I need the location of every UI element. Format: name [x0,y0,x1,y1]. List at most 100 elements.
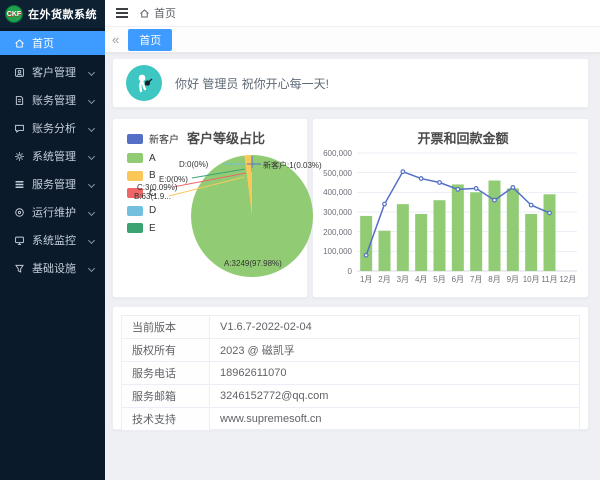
bar-line-chart[interactable] [313,119,590,299]
info-value: 3246152772@qq.com [210,385,580,408]
chat-icon [13,122,25,134]
collapse-tabs-icon[interactable]: « [112,33,119,46]
pie-chart-title: 客户等级占比 [187,128,265,147]
legend-label: D [149,205,156,216]
x-tick-label: 1月 [357,274,375,285]
sidebar-item-label: 运行维护 [32,204,82,220]
hamburger-icon[interactable] [116,8,128,18]
legend-item[interactable]: D [127,205,179,216]
table-row: 版权所有2023 @ 磁凯孚 [122,339,580,362]
sidebar-item-label: 系统管理 [32,148,82,164]
table-row: 技术支持www.supremesoft.cn [122,408,580,431]
info-label: 当前版本 [122,316,210,339]
legend-marker [127,206,143,216]
app-logo-icon: CKF [5,5,23,23]
pie-label-A: A:3249(97.98%) [224,259,282,268]
sidebar-item-4[interactable]: 系统管理 [0,143,105,169]
sidebar-item-0[interactable]: 首页 [0,31,105,55]
y-tick-label: 200,000 [313,228,352,237]
chevron-down-icon [88,264,95,271]
filter-icon [13,262,25,274]
gear-icon [13,150,25,162]
circle-icon [13,206,25,218]
monitor-icon [13,234,25,246]
logo-row: CKF 在外货款系统 [0,0,105,28]
info-label: 技术支持 [122,408,210,431]
sidebar-item-7[interactable]: 系统监控 [0,227,105,253]
x-tick-label: 3月 [394,274,412,285]
sidebar-item-label: 基础设施 [32,260,82,276]
bar-chart-card: 开票和回款金额 600,000500,000400,000300,000200,… [312,118,589,298]
sidebar-item-label: 账务管理 [32,92,82,108]
x-tick-label: 2月 [375,274,393,285]
server-icon [13,178,25,190]
sidebar-item-5[interactable]: 服务管理 [0,171,105,197]
file-icon [13,94,25,106]
info-value: 2023 @ 磁凯孚 [210,339,580,362]
info-value: www.supremesoft.cn [210,408,580,431]
sidebar-menu: 首页客户管理账务管理账务分析系统管理服务管理运行维护系统监控基础设施 [0,28,105,281]
sidebar-item-6[interactable]: 运行维护 [0,199,105,225]
pie-label-D: D:0(0%) [179,160,208,169]
chevron-down-icon [88,152,95,159]
legend-label: 新客户 [149,131,179,146]
y-tick-label: 400,000 [313,188,352,197]
home-icon [13,37,25,49]
info-value: 18962611070 [210,362,580,385]
x-tick-label: 5月 [430,274,448,285]
tab-home[interactable]: 首页 [128,29,172,51]
legend-item[interactable]: 新客户 [127,131,179,146]
legend-marker [127,171,143,181]
sidebar-item-label: 系统监控 [32,232,82,248]
sidebar-item-8[interactable]: 基础设施 [0,255,105,281]
info-card: 当前版本V1.6.7-2022-02-04版权所有2023 @ 磁凯孚服务电话1… [112,306,589,430]
x-tick-label: 9月 [504,274,522,285]
sidebar-item-3[interactable]: 账务分析 [0,115,105,141]
info-label: 版权所有 [122,339,210,362]
sidebar-item-1[interactable]: 客户管理 [0,59,105,85]
legend-item[interactable]: E [127,223,179,234]
table-row: 当前版本V1.6.7-2022-02-04 [122,316,580,339]
greeting-card: 你好 管理员 祝你开心每一天! [112,58,589,108]
x-tick-label: 4月 [412,274,430,285]
user-icon [13,66,25,78]
chevron-down-icon [88,180,95,187]
breadcrumb[interactable]: 首页 [139,5,176,21]
pie-label-B: B:63(1.9... [134,192,171,201]
version-info-table: 当前版本V1.6.7-2022-02-04版权所有2023 @ 磁凯孚服务电话1… [121,315,580,431]
sidebar-item-label: 账务分析 [32,120,82,136]
sidebar-item-label: 服务管理 [32,176,82,192]
y-tick-label: 600,000 [313,149,352,158]
app-title: 在外货款系统 [28,6,97,22]
mascot-icon [131,70,157,96]
y-tick-label: 300,000 [313,208,352,217]
sidebar-item-label: 客户管理 [32,64,82,80]
pie-label-C: C:3(0.09%) [137,183,177,192]
legend-label: E [149,223,156,234]
chevron-down-icon [88,68,95,75]
sidebar-item-2[interactable]: 账务管理 [0,87,105,113]
greeting-text: 你好 管理员 祝你开心每一天! [175,75,329,92]
x-tick-label: 7月 [467,274,485,285]
home-icon [139,8,150,19]
pie-chart-card: 客户等级占比 新客户ABCDE D:0(0%)新客户:1(0.03%)E:0(0… [112,118,308,298]
chevron-down-icon [88,96,95,103]
chevron-down-icon [88,124,95,131]
y-tick-label: 100,000 [313,247,352,256]
legend-marker [127,153,143,163]
legend-marker [127,134,143,144]
sidebar-item-label: 首页 [32,35,96,51]
chevron-down-icon [88,236,95,243]
table-row: 服务邮箱3246152772@qq.com [122,385,580,408]
info-value: V1.6.7-2022-02-04 [210,316,580,339]
chevron-down-icon [88,208,95,215]
info-label: 服务邮箱 [122,385,210,408]
avatar [126,65,162,101]
legend-marker [127,223,143,233]
y-tick-label: 0 [313,267,352,276]
breadcrumb-label: 首页 [154,5,176,21]
x-tick-label: 8月 [485,274,503,285]
legend-item[interactable]: A [127,153,179,164]
x-tick-label: 11月 [540,274,558,285]
top-navbar: 首页 [105,0,600,27]
